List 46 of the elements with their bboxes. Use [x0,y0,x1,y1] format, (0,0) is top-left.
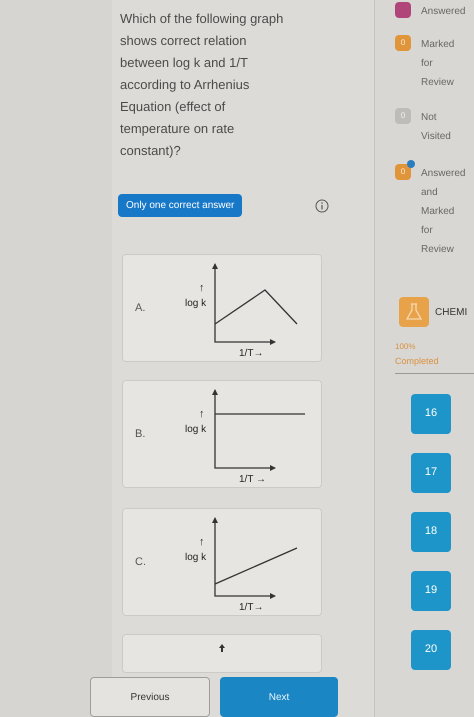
legend-label: Not [421,111,438,125]
legend-label: Marked [421,38,454,52]
y-axis-label: log k [185,552,206,564]
question-number-button[interactable]: 20 [411,630,451,670]
status-count: 0 [400,166,406,178]
info-icon[interactable] [315,198,330,212]
axis-arrow-label: ↑ [199,282,204,294]
progress-percent: 100% [395,341,416,353]
status-badge [395,2,411,18]
legend-label: Review [421,243,455,257]
x-axis-label: 1/T→ [239,348,264,360]
option-label: A. [135,300,146,316]
axis-arrow-label: ↑ [199,536,204,548]
legend-label: Answered [421,5,466,19]
legend-label: for [421,57,434,71]
flask-icon [406,303,422,321]
x-axis-label: 1/T → [239,474,266,486]
previous-button[interactable]: Previous [90,677,210,717]
question-text: Which of the following graph shows correct relation between log k and 1/T according to Arrhenius Equation (effect of temperature on rate constant)? [119,10,284,160]
option-card[interactable]: C. ↑ log k 1/T→ [122,508,322,616]
subject-name: CHEMI [435,306,468,320]
axis-arrow-label: ↑ [199,408,204,420]
next-button[interactable]: Next [220,677,338,717]
option-card[interactable]: B. ↑ log k 1/T → [122,380,322,488]
legend-label: Visited [421,130,451,144]
option-label: B. [135,426,146,442]
question-number-button[interactable]: 18 [411,512,451,552]
legend-label: and [421,186,439,200]
check-icon [407,160,415,168]
legend-label: Answered [421,167,466,181]
question-number-button[interactable]: 17 [411,452,451,492]
answer-type-badge: Only one correct answer [118,194,242,217]
question-number-button[interactable]: 19 [411,570,451,610]
progress-label: Completed [395,355,440,368]
legend-label: Review [421,76,454,90]
legend-label: Marked [421,205,456,219]
option-card[interactable]: A. ↑ log k 1/T→ [122,254,322,362]
x-axis-label: 1/T→ [239,602,264,614]
question-number-button[interactable]: 16 [411,394,451,434]
status-badge: 0 [395,35,411,51]
legend-label: for [421,224,434,238]
y-axis-label: log k [185,424,206,436]
option-label: C. [135,554,147,570]
y-axis-label: log k [185,298,206,310]
status-badge: 0 [395,108,411,124]
arrow-up-icon [218,643,226,654]
